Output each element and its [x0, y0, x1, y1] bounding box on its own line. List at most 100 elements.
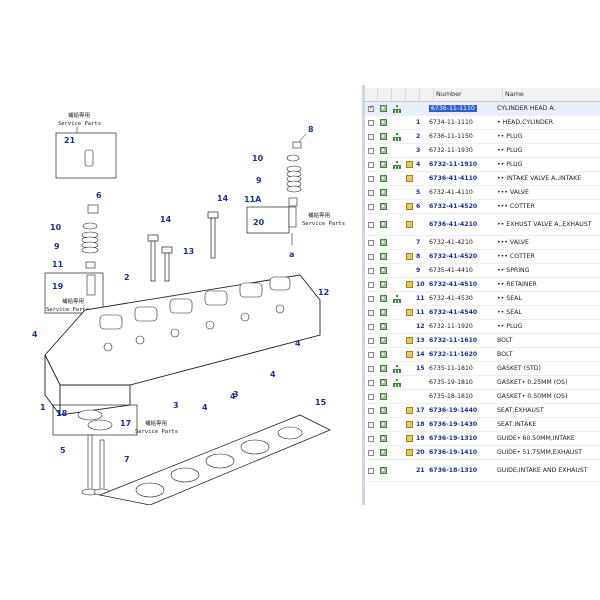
part-number-text[interactable]: 6736-11-1150 — [429, 133, 473, 140]
row-checkbox[interactable] — [368, 467, 374, 474]
row-checkbox[interactable] — [368, 435, 374, 442]
part-number[interactable]: 6732-11-1610 — [429, 337, 497, 344]
document-icon[interactable] — [380, 161, 387, 168]
document-icon[interactable] — [380, 253, 387, 260]
row-checkbox[interactable] — [368, 147, 374, 154]
part-number[interactable]: 6736-19-1430 — [429, 421, 497, 428]
part-number-text[interactable]: 6736-41-4110 — [429, 175, 477, 182]
col-ref[interactable] — [420, 88, 434, 101]
part-number[interactable]: 6732-41-4520 — [429, 203, 497, 210]
col-check[interactable] — [365, 88, 378, 101]
table-row[interactable]: 20 6736-19-1410 GUIDE• 51.75MM,EXHAUST — [365, 446, 600, 460]
package-icon[interactable] — [406, 221, 413, 228]
part-number-text[interactable]: 6732-41-4210 — [429, 239, 473, 246]
col-icon3[interactable] — [406, 88, 420, 101]
part-number[interactable]: 6734-11-1110 — [429, 119, 497, 126]
package-icon[interactable] — [406, 175, 413, 182]
document-icon[interactable] — [380, 295, 387, 302]
document-icon[interactable] — [380, 337, 387, 344]
part-number[interactable]: 6736-19-1440 — [429, 407, 497, 414]
table-row[interactable]: 6735-18-1810 GASKET• 0.50MM (OS) — [365, 390, 600, 404]
part-number[interactable]: 6735-18-1810 — [429, 393, 497, 400]
part-number-text[interactable]: 6732-41-4110 — [429, 189, 473, 196]
table-row[interactable]: 12 6732-11-1920 •• PLUG — [365, 320, 600, 334]
document-icon[interactable] — [380, 309, 387, 316]
table-row[interactable]: 6736-41-4110 •• INTAKE VALVE A.,INTAKE — [365, 172, 600, 186]
package-icon[interactable] — [406, 421, 413, 428]
part-number-text[interactable]: 6732-41-4530 — [429, 295, 473, 302]
document-icon[interactable] — [380, 221, 387, 228]
document-icon[interactable] — [380, 189, 387, 196]
tree-icon[interactable] — [392, 365, 401, 373]
part-number-text[interactable]: 6732-11-1930 — [429, 147, 473, 154]
row-checkbox[interactable] — [368, 105, 374, 112]
package-icon[interactable] — [406, 351, 413, 358]
part-number[interactable]: 6736-11-1150 — [429, 133, 497, 140]
row-checkbox[interactable] — [368, 337, 374, 344]
row-checkbox[interactable] — [368, 119, 374, 126]
col-icon2[interactable] — [392, 88, 406, 101]
part-number[interactable]: 6736-19-1410 — [429, 449, 497, 456]
part-number[interactable]: 6736-11-1110 — [429, 105, 497, 112]
tree-icon[interactable] — [392, 161, 401, 169]
part-number-text[interactable]: 6732-11-1610 — [429, 337, 477, 344]
part-number[interactable]: 6735-19-1810 — [429, 379, 497, 386]
row-checkbox[interactable] — [368, 161, 374, 168]
part-number[interactable]: 6732-11-1910 — [429, 161, 497, 168]
row-checkbox[interactable] — [368, 133, 374, 140]
col-number[interactable]: Number — [434, 88, 503, 101]
table-row[interactable]: 5 6732-41-4110 ••• VALVE — [365, 186, 600, 200]
table-row[interactable]: 9 6735-41-4410 •• SPRING — [365, 264, 600, 278]
part-number-text[interactable]: 6732-41-4510 — [429, 281, 477, 288]
part-number-text[interactable]: 6735-18-1810 — [429, 393, 473, 400]
table-row[interactable]: 3 6732-11-1930 •• PLUG — [365, 144, 600, 158]
part-number-text[interactable]: 6734-11-1110 — [429, 119, 473, 126]
row-checkbox[interactable] — [368, 267, 374, 274]
document-icon[interactable] — [380, 203, 387, 210]
row-checkbox[interactable] — [368, 407, 374, 414]
table-row[interactable]: 13 6732-11-1610 BOLT — [365, 334, 600, 348]
table-row[interactable]: 10 6732-41-4510 •• RETAINER — [365, 278, 600, 292]
part-number[interactable]: 6736-18-1310 — [429, 467, 497, 474]
table-row[interactable]: 6736-41-4210 •• EXHUST VALVE A.,EXHAUST — [365, 214, 600, 236]
part-number[interactable]: 6732-11-1930 — [429, 147, 497, 154]
row-checkbox[interactable] — [368, 449, 374, 456]
part-number-text[interactable]: 6732-11-1620 — [429, 351, 477, 358]
part-number-text[interactable]: 6736-18-1310 — [429, 467, 477, 474]
part-number-text[interactable]: 6732-41-4520 — [429, 253, 477, 260]
part-number[interactable]: 6732-11-1920 — [429, 323, 497, 330]
part-number[interactable]: 6732-41-4110 — [429, 189, 497, 196]
package-icon[interactable] — [406, 203, 413, 210]
row-checkbox[interactable] — [368, 203, 374, 210]
package-icon[interactable] — [406, 449, 413, 456]
document-icon[interactable] — [380, 379, 387, 386]
row-checkbox[interactable] — [368, 421, 374, 428]
table-row[interactable]: 4 6732-11-1910 •• PLUG — [365, 158, 600, 172]
row-checkbox[interactable] — [368, 393, 374, 400]
table-row[interactable]: 17 6736-19-1440 SEAT,EXHAUST — [365, 404, 600, 418]
row-checkbox[interactable] — [368, 323, 374, 330]
table-row[interactable]: 19 6736-19-1310 GUIDE• 60.50MM,INTAKE — [365, 432, 600, 446]
row-checkbox[interactable] — [368, 175, 374, 182]
row-checkbox[interactable] — [368, 189, 374, 196]
part-number-text[interactable]: 6736-19-1430 — [429, 421, 477, 428]
part-number-text[interactable]: 6735-19-1810 — [429, 379, 473, 386]
row-checkbox[interactable] — [368, 379, 374, 386]
document-icon[interactable] — [380, 175, 387, 182]
document-icon[interactable] — [380, 421, 387, 428]
part-number-text[interactable]: 6732-11-1910 — [429, 161, 477, 168]
table-row[interactable]: 1 6734-11-1110 • HEAD,CYLINDER — [365, 116, 600, 130]
package-icon[interactable] — [406, 435, 413, 442]
table-row[interactable]: 21 6736-18-1310 GUIDE,INTAKE AND EXHAUST — [365, 460, 600, 482]
package-icon[interactable] — [406, 309, 413, 316]
package-icon[interactable] — [406, 337, 413, 344]
tree-icon[interactable] — [392, 379, 401, 387]
part-number-text[interactable]: 6735-41-4410 — [429, 267, 473, 274]
table-row[interactable]: 8 6732-41-4520 ••• COTTER — [365, 250, 600, 264]
part-number[interactable]: 6736-41-4110 — [429, 175, 497, 182]
table-row[interactable]: 11 6732-41-4540 •• SEAL — [365, 306, 600, 320]
part-number-text[interactable]: 6736-19-1440 — [429, 407, 477, 414]
document-icon[interactable] — [380, 365, 387, 372]
row-checkbox[interactable] — [368, 281, 374, 288]
part-number-text[interactable]: 6736-11-1110 — [429, 105, 477, 112]
